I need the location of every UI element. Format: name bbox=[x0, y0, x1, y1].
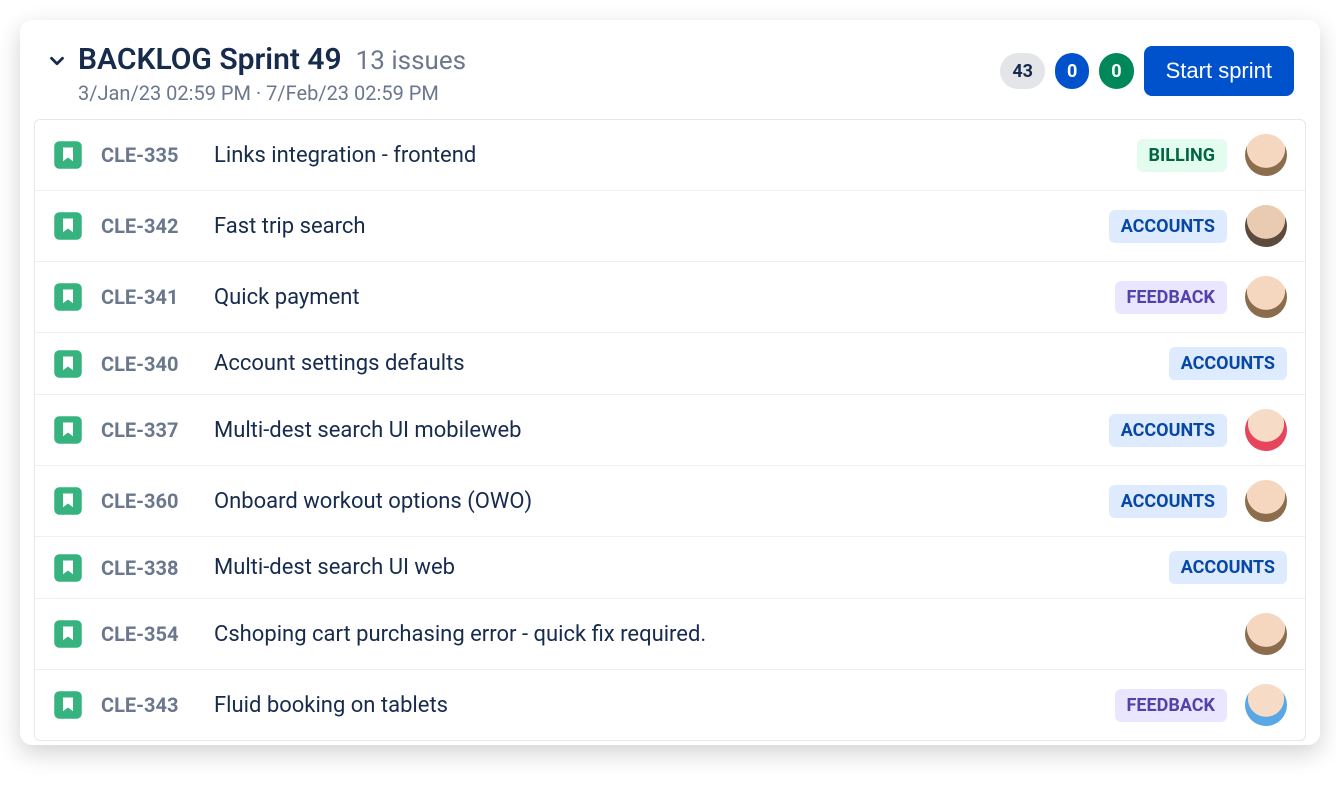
issue-key: CLE-360 bbox=[101, 489, 196, 513]
story-icon bbox=[53, 486, 83, 516]
count-in-progress[interactable]: 0 bbox=[1055, 53, 1089, 89]
issue-row[interactable]: CLE-340 Account settings defaults ACCOUNTS bbox=[35, 333, 1305, 395]
sprint-title: BACKLOG Sprint 49 bbox=[78, 42, 342, 77]
issue-row[interactable]: CLE-343 Fluid booking on tablets FEEDBACK bbox=[35, 670, 1305, 740]
sprint-header-right: 43 0 0 Start sprint bbox=[1000, 46, 1294, 96]
issue-summary: Account settings defaults bbox=[214, 351, 1151, 376]
assignee-avatar[interactable] bbox=[1245, 205, 1287, 247]
story-icon bbox=[53, 211, 83, 241]
sprint-header: BACKLOG Sprint 49 13 issues 3/Jan/23 02:… bbox=[20, 20, 1320, 119]
issue-key: CLE-337 bbox=[101, 418, 196, 442]
issue-row[interactable]: CLE-341 Quick payment FEEDBACK bbox=[35, 262, 1305, 333]
issue-label[interactable]: ACCOUNTS bbox=[1169, 551, 1287, 584]
issue-summary: Cshoping cart purchasing error - quick f… bbox=[214, 622, 1227, 647]
story-icon bbox=[53, 415, 83, 445]
sprint-issue-count: 13 issues bbox=[356, 46, 466, 76]
assignee-avatar[interactable] bbox=[1245, 409, 1287, 451]
assignee-avatar[interactable] bbox=[1245, 276, 1287, 318]
issue-row[interactable]: CLE-342 Fast trip search ACCOUNTS bbox=[35, 191, 1305, 262]
story-icon bbox=[53, 140, 83, 170]
story-icon bbox=[53, 690, 83, 720]
issue-label[interactable]: FEEDBACK bbox=[1115, 689, 1227, 722]
issue-label[interactable]: ACCOUNTS bbox=[1109, 210, 1227, 243]
issue-key: CLE-342 bbox=[101, 214, 196, 238]
issue-key: CLE-343 bbox=[101, 693, 196, 717]
issue-key: CLE-335 bbox=[101, 143, 196, 167]
sprint-title-block: BACKLOG Sprint 49 13 issues 3/Jan/23 02:… bbox=[78, 42, 466, 105]
issue-summary: Quick payment bbox=[214, 285, 1097, 310]
issue-label[interactable]: FEEDBACK bbox=[1115, 281, 1227, 314]
issue-list: CLE-335 Links integration - frontend BILLI… bbox=[34, 119, 1306, 741]
issue-label[interactable]: ACCOUNTS bbox=[1169, 347, 1287, 380]
sprint-header-left: BACKLOG Sprint 49 13 issues 3/Jan/23 02:… bbox=[46, 42, 466, 105]
issue-key: CLE-338 bbox=[101, 556, 196, 580]
issue-key: CLE-354 bbox=[101, 622, 196, 646]
count-todo[interactable]: 43 bbox=[1000, 53, 1045, 89]
issue-summary: Multi-dest search UI web bbox=[214, 555, 1151, 580]
issue-summary: Onboard workout options (OWO) bbox=[214, 489, 1091, 514]
story-icon bbox=[53, 619, 83, 649]
count-done[interactable]: 0 bbox=[1099, 53, 1133, 89]
start-sprint-button[interactable]: Start sprint bbox=[1144, 46, 1294, 96]
issue-key: CLE-341 bbox=[101, 285, 196, 309]
issue-label[interactable]: ACCOUNTS bbox=[1109, 485, 1227, 518]
issue-summary: Multi-dest search UI mobileweb bbox=[214, 418, 1091, 443]
story-icon bbox=[53, 553, 83, 583]
issue-summary: Fluid booking on tablets bbox=[214, 693, 1097, 718]
story-icon bbox=[53, 282, 83, 312]
story-icon bbox=[53, 349, 83, 379]
issue-row[interactable]: CLE-338 Multi-dest search UI web ACCOUNTS bbox=[35, 537, 1305, 599]
issue-label[interactable]: ACCOUNTS bbox=[1109, 414, 1227, 447]
issue-summary: Fast trip search bbox=[214, 214, 1091, 239]
assignee-avatar[interactable] bbox=[1245, 613, 1287, 655]
issue-key: CLE-340 bbox=[101, 352, 196, 376]
issue-label[interactable]: BILLING bbox=[1137, 139, 1227, 172]
chevron-down-icon[interactable] bbox=[46, 50, 68, 72]
backlog-panel: BACKLOG Sprint 49 13 issues 3/Jan/23 02:… bbox=[20, 20, 1320, 745]
assignee-avatar[interactable] bbox=[1245, 134, 1287, 176]
sprint-dates: 3/Jan/23 02:59 PM · 7/Feb/23 02:59 PM bbox=[78, 81, 466, 105]
issue-row[interactable]: CLE-360 Onboard workout options (OWO) ACCO… bbox=[35, 466, 1305, 537]
assignee-avatar[interactable] bbox=[1245, 684, 1287, 726]
issue-row[interactable]: CLE-337 Multi-dest search UI mobileweb ACC… bbox=[35, 395, 1305, 466]
issue-row[interactable]: CLE-354 Cshoping cart purchasing error - … bbox=[35, 599, 1305, 670]
issue-summary: Links integration - frontend bbox=[214, 143, 1119, 168]
issue-row[interactable]: CLE-335 Links integration - frontend BILLI… bbox=[35, 120, 1305, 191]
assignee-avatar[interactable] bbox=[1245, 480, 1287, 522]
